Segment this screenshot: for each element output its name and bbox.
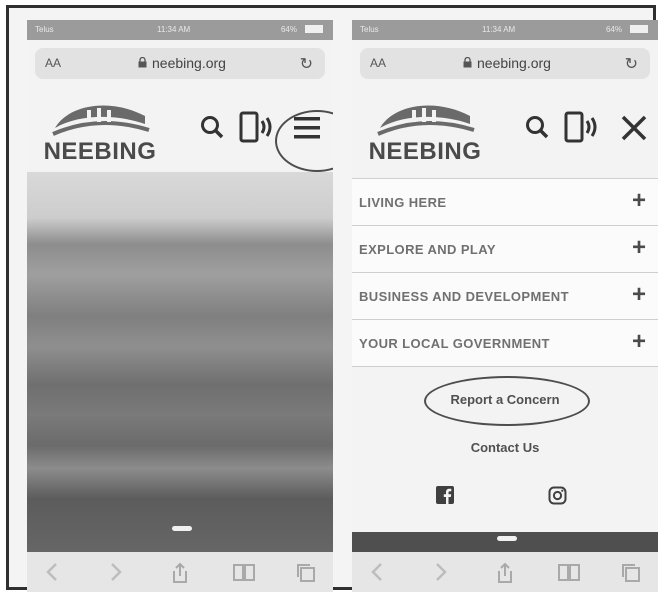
back-icon[interactable] xyxy=(370,562,384,582)
carrier-label: Telus xyxy=(35,25,54,34)
phone-icon[interactable] xyxy=(239,110,275,144)
battery-label: 64% xyxy=(605,25,622,34)
menu-item-label: BUSINESS AND DEVELOPMENT xyxy=(359,289,569,304)
expand-plus-icon[interactable]: + xyxy=(632,234,646,262)
carrier-label: Telus xyxy=(360,25,379,34)
address-bar[interactable]: AA neebing.org ↻ xyxy=(35,48,325,79)
phone-icon[interactable] xyxy=(564,110,600,144)
tabs-icon[interactable] xyxy=(295,562,317,584)
menu-item-label: LIVING HERE xyxy=(359,195,447,210)
menu-item-living-here[interactable]: LIVING HERE + xyxy=(352,178,658,225)
back-icon[interactable] xyxy=(45,562,59,582)
tabs-icon[interactable] xyxy=(620,562,642,584)
menu-item-your-local-government[interactable]: YOUR LOCAL GOVERNMENT + xyxy=(352,319,658,367)
time-label: 11:34 AM xyxy=(482,25,516,34)
address-bar[interactable]: AA neebing.org ↻ xyxy=(360,48,650,79)
forward-icon[interactable] xyxy=(434,562,448,582)
nav-menu: LIVING HERE + EXPLORE AND PLAY + BUSINES… xyxy=(352,178,658,367)
time-label: 11:34 AM xyxy=(157,25,191,34)
expand-plus-icon[interactable]: + xyxy=(632,187,646,215)
menu-item-label: YOUR LOCAL GOVERNMENT xyxy=(359,336,550,351)
battery-icon xyxy=(305,25,323,33)
text-size-button[interactable]: AA xyxy=(45,56,61,70)
logo-text: NEEBING xyxy=(368,138,482,165)
site-header: NEEBING xyxy=(352,92,658,172)
facebook-icon[interactable] xyxy=(436,486,454,504)
battery-label: 64% xyxy=(280,25,297,34)
forward-icon[interactable] xyxy=(109,562,123,582)
search-icon[interactable] xyxy=(199,114,225,140)
footer-links: Report a Concern Contact Us xyxy=(352,370,658,530)
phone-screen-left: Telus 11:34 AM 64% AA neebing.org ↻ NEEB… xyxy=(27,20,333,592)
hero-image-peek xyxy=(352,532,658,552)
close-icon[interactable] xyxy=(620,114,648,142)
bookmarks-icon[interactable] xyxy=(557,562,581,582)
url-text[interactable]: neebing.org xyxy=(477,55,551,71)
instagram-icon[interactable] xyxy=(548,486,567,505)
search-icon[interactable] xyxy=(524,114,550,140)
site-logo[interactable]: NEEBING xyxy=(41,98,159,168)
report-a-concern-link[interactable]: Report a Concern xyxy=(352,392,658,407)
menu-item-label: EXPLORE AND PLAY xyxy=(359,242,496,257)
drag-handle[interactable] xyxy=(172,526,192,531)
battery-icon xyxy=(630,25,648,33)
menu-item-business-and-development[interactable]: BUSINESS AND DEVELOPMENT + xyxy=(352,272,658,319)
browser-toolbar xyxy=(27,552,333,592)
lock-icon xyxy=(138,57,147,68)
contact-us-link[interactable]: Contact Us xyxy=(352,440,658,455)
logo-emblem xyxy=(377,105,475,136)
bookmarks-icon[interactable] xyxy=(232,562,256,582)
site-header: NEEBING xyxy=(27,92,333,172)
logo-text: NEEBING xyxy=(43,138,157,165)
share-icon[interactable] xyxy=(495,562,515,584)
status-bar: Telus 11:34 AM 64% xyxy=(27,20,333,40)
site-logo[interactable]: NEEBING xyxy=(366,98,484,168)
drag-handle[interactable] xyxy=(497,536,517,541)
status-bar: Telus 11:34 AM 64% xyxy=(352,20,658,40)
share-icon[interactable] xyxy=(170,562,190,584)
menu-item-explore-and-play[interactable]: EXPLORE AND PLAY + xyxy=(352,225,658,272)
lock-icon xyxy=(463,57,472,68)
reload-icon[interactable]: ↻ xyxy=(625,54,638,74)
browser-toolbar xyxy=(352,552,658,592)
screenshot-frame: Telus 11:34 AM 64% AA neebing.org ↻ NEEB… xyxy=(6,5,658,592)
expand-plus-icon[interactable]: + xyxy=(632,328,646,356)
menu-highlight-outline xyxy=(275,110,333,172)
url-text[interactable]: neebing.org xyxy=(152,55,226,71)
hero-image xyxy=(27,172,333,552)
reload-icon[interactable]: ↻ xyxy=(300,54,313,74)
phone-screen-right: Telus 11:34 AM 64% AA neebing.org ↻ NEEB… xyxy=(352,20,658,592)
expand-plus-icon[interactable]: + xyxy=(632,281,646,309)
text-size-button[interactable]: AA xyxy=(370,56,386,70)
logo-emblem xyxy=(52,105,150,136)
